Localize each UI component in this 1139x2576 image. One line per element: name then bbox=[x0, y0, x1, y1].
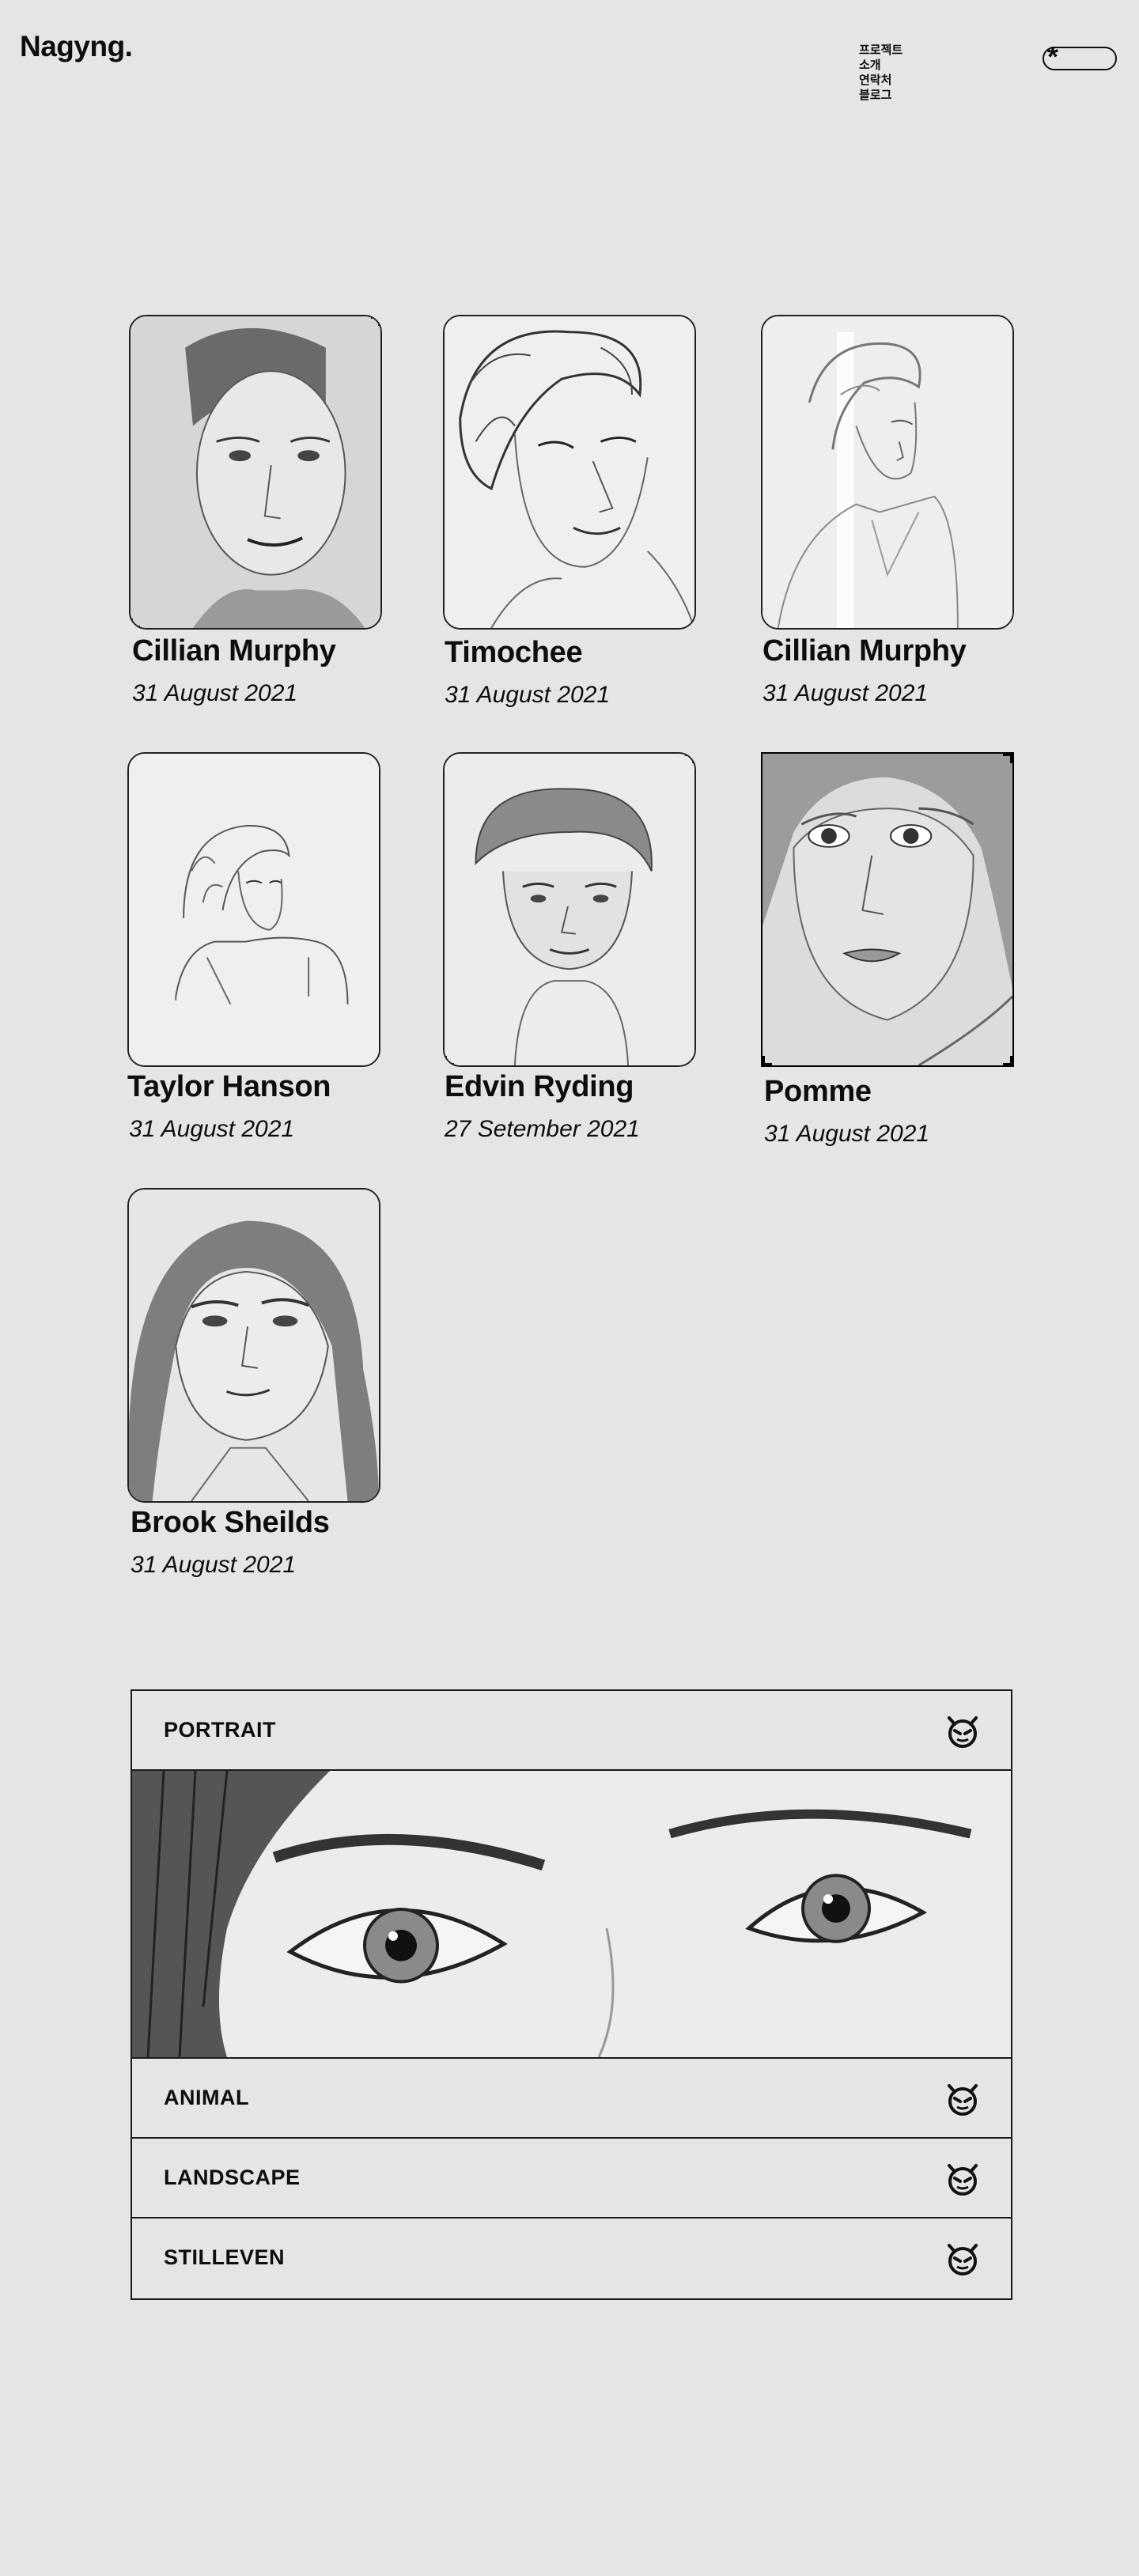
demon-face-icon bbox=[948, 2244, 978, 2275]
card-title[interactable]: Taylor Hanson bbox=[127, 1070, 331, 1104]
card-date: 31 August 2021 bbox=[762, 680, 929, 706]
category-preview-image bbox=[132, 1771, 1011, 2059]
portrait-image[interactable] bbox=[127, 1188, 380, 1503]
category-portrait[interactable]: PORTRAIT bbox=[132, 1691, 1011, 1771]
logo[interactable]: Nagyng. bbox=[20, 30, 133, 63]
card-title[interactable]: Brook Sheilds bbox=[131, 1506, 330, 1540]
nav-item-about[interactable]: 소개 bbox=[859, 58, 902, 73]
category-label: STILLEVEN bbox=[164, 2245, 286, 2269]
card-title[interactable]: Edvin Ryding bbox=[445, 1070, 634, 1104]
gallery-card: Taylor Hanson 31 August 2021 bbox=[127, 752, 380, 1142]
card-date: 31 August 2021 bbox=[132, 680, 298, 706]
card-title[interactable]: Cillian Murphy bbox=[132, 634, 336, 668]
main-nav: 프로젝트 소개 연락처 블로그 bbox=[859, 43, 902, 103]
gallery-card: Pomme 31 August 2021 bbox=[761, 752, 1014, 1147]
card-date: 31 August 2021 bbox=[129, 1116, 295, 1142]
portrait-image[interactable] bbox=[761, 752, 1014, 1067]
portrait-image[interactable] bbox=[761, 315, 1014, 630]
gallery-card: Timochee 31 August 2021 bbox=[443, 315, 696, 708]
frame-corner bbox=[131, 618, 140, 628]
demon-face-icon bbox=[948, 2164, 978, 2196]
demon-face-icon bbox=[948, 1716, 978, 1748]
asterisk-icon: * bbox=[1047, 40, 1059, 73]
card-date: 27 Setember 2021 bbox=[445, 1116, 640, 1142]
category-stilleven[interactable]: STILLEVEN bbox=[132, 2219, 1011, 2298]
demon-face-icon bbox=[948, 2084, 978, 2116]
portrait-image[interactable] bbox=[443, 315, 696, 630]
portrait-image[interactable] bbox=[127, 752, 380, 1067]
theme-toggle[interactable]: * bbox=[1043, 43, 1117, 71]
category-label: LANDSCAPE bbox=[164, 2166, 301, 2189]
category-label: PORTRAIT bbox=[164, 1718, 276, 1742]
nav-item-projects[interactable]: 프로젝트 bbox=[859, 43, 902, 58]
frame-corner bbox=[1003, 1056, 1012, 1065]
frame-corner bbox=[762, 1056, 772, 1065]
portrait-image[interactable] bbox=[129, 315, 382, 630]
category-landscape[interactable]: LANDSCAPE bbox=[132, 2139, 1011, 2219]
frame-corner bbox=[1003, 754, 1012, 763]
gallery-card: Edvin Ryding 27 Setember 2021 bbox=[443, 752, 696, 1142]
card-title[interactable]: Pomme bbox=[764, 1075, 872, 1109]
gallery-card: Cillian Murphy 31 August 2021 bbox=[761, 315, 1014, 706]
category-animal[interactable]: ANIMAL bbox=[132, 2059, 1011, 2139]
card-title[interactable]: Cillian Murphy bbox=[762, 634, 967, 668]
nav-item-contact[interactable]: 연락처 bbox=[859, 73, 902, 88]
frame-corner bbox=[371, 316, 380, 326]
frame-corner bbox=[445, 1056, 454, 1065]
category-label: ANIMAL bbox=[164, 2086, 249, 2109]
card-date: 31 August 2021 bbox=[131, 1552, 297, 1578]
gallery-card: Cillian Murphy 31 August 2021 bbox=[129, 315, 382, 706]
gallery-card: Brook Sheilds 31 August 2021 bbox=[127, 1188, 380, 1578]
frame-corner bbox=[685, 754, 694, 763]
card-date: 31 August 2021 bbox=[764, 1121, 930, 1147]
card-title[interactable]: Timochee bbox=[445, 636, 583, 670]
category-accordion: PORTRAIT ANIMAL LANDSCAPE STILLEVEN bbox=[131, 1689, 1012, 2300]
nav-item-blog[interactable]: 블로그 bbox=[859, 88, 902, 103]
portrait-image[interactable] bbox=[443, 752, 696, 1067]
card-date: 31 August 2021 bbox=[445, 682, 611, 708]
